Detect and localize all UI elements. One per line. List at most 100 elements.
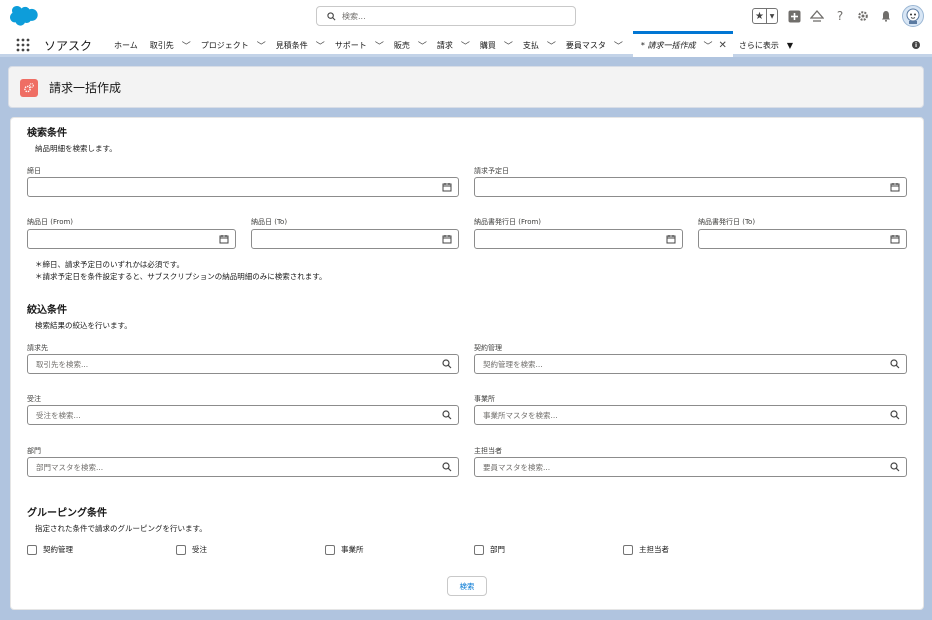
planned-billing-date-input[interactable] bbox=[474, 177, 907, 197]
nav-item-payments[interactable]: 支払 ﹀ bbox=[523, 33, 566, 57]
close-tab-icon[interactable]: ✕ bbox=[718, 40, 726, 51]
grouping-option-contract[interactable]: 契約管理 bbox=[27, 544, 73, 555]
grouping-option-order[interactable]: 受注 bbox=[176, 544, 207, 555]
nav-item-sales[interactable]: 販売 ﹀ bbox=[394, 33, 437, 57]
salesforce-logo[interactable] bbox=[10, 6, 38, 26]
department-lookup[interactable]: 部門マスタを検索... bbox=[27, 457, 459, 477]
tab-bulk-invoice-creation[interactable]: * 請求一括作成 ﹀ ✕ bbox=[632, 31, 733, 57]
nav-item-support[interactable]: サポート ﹀ bbox=[335, 33, 394, 57]
page-gear-icon bbox=[20, 79, 38, 97]
search-section-title: 検索条件 bbox=[27, 128, 67, 139]
app-launcher-icon[interactable] bbox=[16, 38, 30, 52]
search-icon bbox=[442, 462, 452, 472]
global-search-placeholder: 検索... bbox=[342, 11, 366, 21]
calendar-icon[interactable] bbox=[890, 234, 900, 244]
user-avatar[interactable] bbox=[902, 5, 924, 27]
grouping-option-department[interactable]: 部門 bbox=[474, 544, 505, 555]
nav-item-label: 購買 bbox=[479, 40, 496, 50]
office-lookup[interactable]: 事業所マスタを検索... bbox=[474, 405, 907, 425]
grouping-section-description: 指定された条件で請求のグルーピングを行います。 bbox=[35, 524, 207, 533]
settings-gear-icon[interactable] bbox=[856, 9, 870, 23]
nav-item-label: 請求 bbox=[436, 40, 453, 50]
checkbox-label: 主担当者 bbox=[639, 545, 669, 554]
office-label: 事業所 bbox=[474, 395, 495, 403]
calendar-icon[interactable] bbox=[890, 182, 900, 192]
grouping-option-office[interactable]: 事業所 bbox=[325, 544, 364, 555]
global-actions-plus-icon[interactable] bbox=[787, 9, 801, 23]
calendar-icon[interactable] bbox=[666, 234, 676, 244]
nav-item-billing[interactable]: 請求 ﹀ bbox=[437, 33, 480, 57]
order-lookup[interactable]: 受注を検索... bbox=[27, 405, 459, 425]
primary-owner-lookup[interactable]: 要員マスタを検索... bbox=[474, 457, 907, 477]
chevron-down-icon[interactable]: ﹀ bbox=[257, 39, 266, 52]
delivery-note-date-to-input[interactable] bbox=[698, 229, 907, 249]
delivery-note-date-to-label: 納品書発行日 (To) bbox=[698, 218, 756, 226]
billing-account-lookup[interactable]: 取引先を検索... bbox=[27, 354, 459, 374]
chevron-down-icon[interactable]: ﹀ bbox=[418, 39, 427, 52]
delivery-note-date-from-input[interactable] bbox=[474, 229, 683, 249]
delivery-date-from-input[interactable] bbox=[27, 229, 236, 249]
closing-date-label: 締日 bbox=[27, 167, 41, 175]
nav-items: ホーム 取引先 ﹀ プロジェクト ﹀ 見積条件 ﹀ サポート ﹀ 販売 ﹀ 請求 ﹀ 購買 ﹀… bbox=[114, 31, 793, 57]
calendar-icon[interactable] bbox=[442, 182, 452, 192]
delivery-date-to-input[interactable] bbox=[251, 229, 459, 249]
checkbox[interactable] bbox=[325, 544, 335, 555]
help-icon[interactable]: ? bbox=[833, 9, 847, 23]
info-icon[interactable]: i bbox=[912, 41, 920, 49]
checkbox[interactable] bbox=[176, 544, 186, 555]
search-section-description: 納品明細を検索します。 bbox=[35, 144, 117, 153]
checkbox[interactable] bbox=[27, 544, 37, 555]
delivery-note-date-from-label: 納品書発行日 (From) bbox=[474, 218, 542, 226]
chevron-down-icon[interactable]: ﹀ bbox=[461, 39, 470, 52]
filter-section-description: 検索結果の絞込を行います。 bbox=[35, 321, 132, 330]
checkbox-label: 事業所 bbox=[341, 545, 364, 554]
billing-account-label: 請求先 bbox=[27, 344, 48, 352]
favorites-menu-chevron-icon[interactable]: ▼ bbox=[767, 9, 777, 23]
main-card: 検索条件 納品明細を検索します。 締日 請求予定日 納品日 (From) 納品日… bbox=[10, 117, 924, 610]
nav-item-purchasing[interactable]: 購買 ﹀ bbox=[480, 33, 523, 57]
nav-more-label: さらに表示 bbox=[738, 40, 779, 50]
nav-item-label: サポート bbox=[334, 40, 367, 50]
contract-management-lookup[interactable]: 契約管理を検索... bbox=[474, 354, 907, 374]
order-placeholder: 受注を検索... bbox=[36, 410, 81, 420]
checkbox[interactable] bbox=[623, 544, 633, 555]
chevron-down-icon[interactable]: ﹀ bbox=[375, 39, 384, 52]
calendar-icon[interactable] bbox=[219, 234, 229, 244]
planned-billing-date-label: 請求予定日 bbox=[474, 167, 509, 175]
delivery-date-from-label: 納品日 (From) bbox=[27, 218, 74, 226]
app-name: ソアスク bbox=[44, 39, 93, 53]
chevron-down-icon[interactable]: ﹀ bbox=[703, 39, 712, 52]
nav-item-label: 販売 bbox=[393, 40, 410, 50]
chevron-down-icon[interactable]: ﹀ bbox=[547, 39, 556, 52]
nav-item-projects[interactable]: プロジェクト ﹀ bbox=[201, 33, 276, 57]
closing-date-input[interactable] bbox=[27, 177, 459, 197]
chevron-down-icon[interactable]: ﹀ bbox=[316, 39, 325, 52]
chevron-down-icon[interactable]: ﹀ bbox=[182, 39, 191, 52]
nav-more[interactable]: さらに表示 ▼ bbox=[739, 33, 793, 57]
nav-item-accounts[interactable]: 取引先 ﹀ bbox=[150, 33, 201, 57]
checkbox-label: 部門 bbox=[490, 545, 505, 554]
global-search-input[interactable]: 検索... bbox=[316, 6, 576, 26]
nav-item-quote-conditions[interactable]: 見積条件 ﹀ bbox=[276, 33, 335, 57]
chevron-down-icon[interactable]: ﹀ bbox=[504, 39, 513, 52]
favorite-star-icon[interactable]: ★ bbox=[753, 9, 767, 23]
nav-item-staff-master[interactable]: 要員マスタ ﹀ bbox=[566, 33, 633, 57]
favorites-group[interactable]: ★ ▼ bbox=[752, 8, 778, 24]
nav-item-label: 支払 bbox=[522, 40, 539, 50]
search-icon bbox=[442, 359, 452, 369]
trailhead-icon[interactable] bbox=[810, 9, 824, 23]
search-icon bbox=[890, 410, 900, 420]
notifications-bell-icon[interactable] bbox=[879, 9, 893, 23]
nav-item-label: プロジェクト bbox=[200, 40, 249, 50]
global-header: 検索... ★ ▼ ? bbox=[0, 0, 932, 33]
page-title: 請求一括作成 bbox=[49, 81, 122, 95]
checkbox[interactable] bbox=[474, 544, 484, 555]
chevron-down-icon[interactable]: ﹀ bbox=[614, 39, 623, 52]
calendar-icon[interactable] bbox=[442, 234, 452, 244]
filter-section-title: 絞込条件 bbox=[27, 305, 67, 316]
grouping-option-primary-owner[interactable]: 主担当者 bbox=[623, 544, 669, 555]
delivery-date-to-label: 納品日 (To) bbox=[251, 218, 288, 226]
nav-item-home[interactable]: ホーム bbox=[114, 33, 138, 57]
search-icon bbox=[442, 410, 452, 420]
search-button[interactable]: 検索 bbox=[447, 576, 487, 596]
